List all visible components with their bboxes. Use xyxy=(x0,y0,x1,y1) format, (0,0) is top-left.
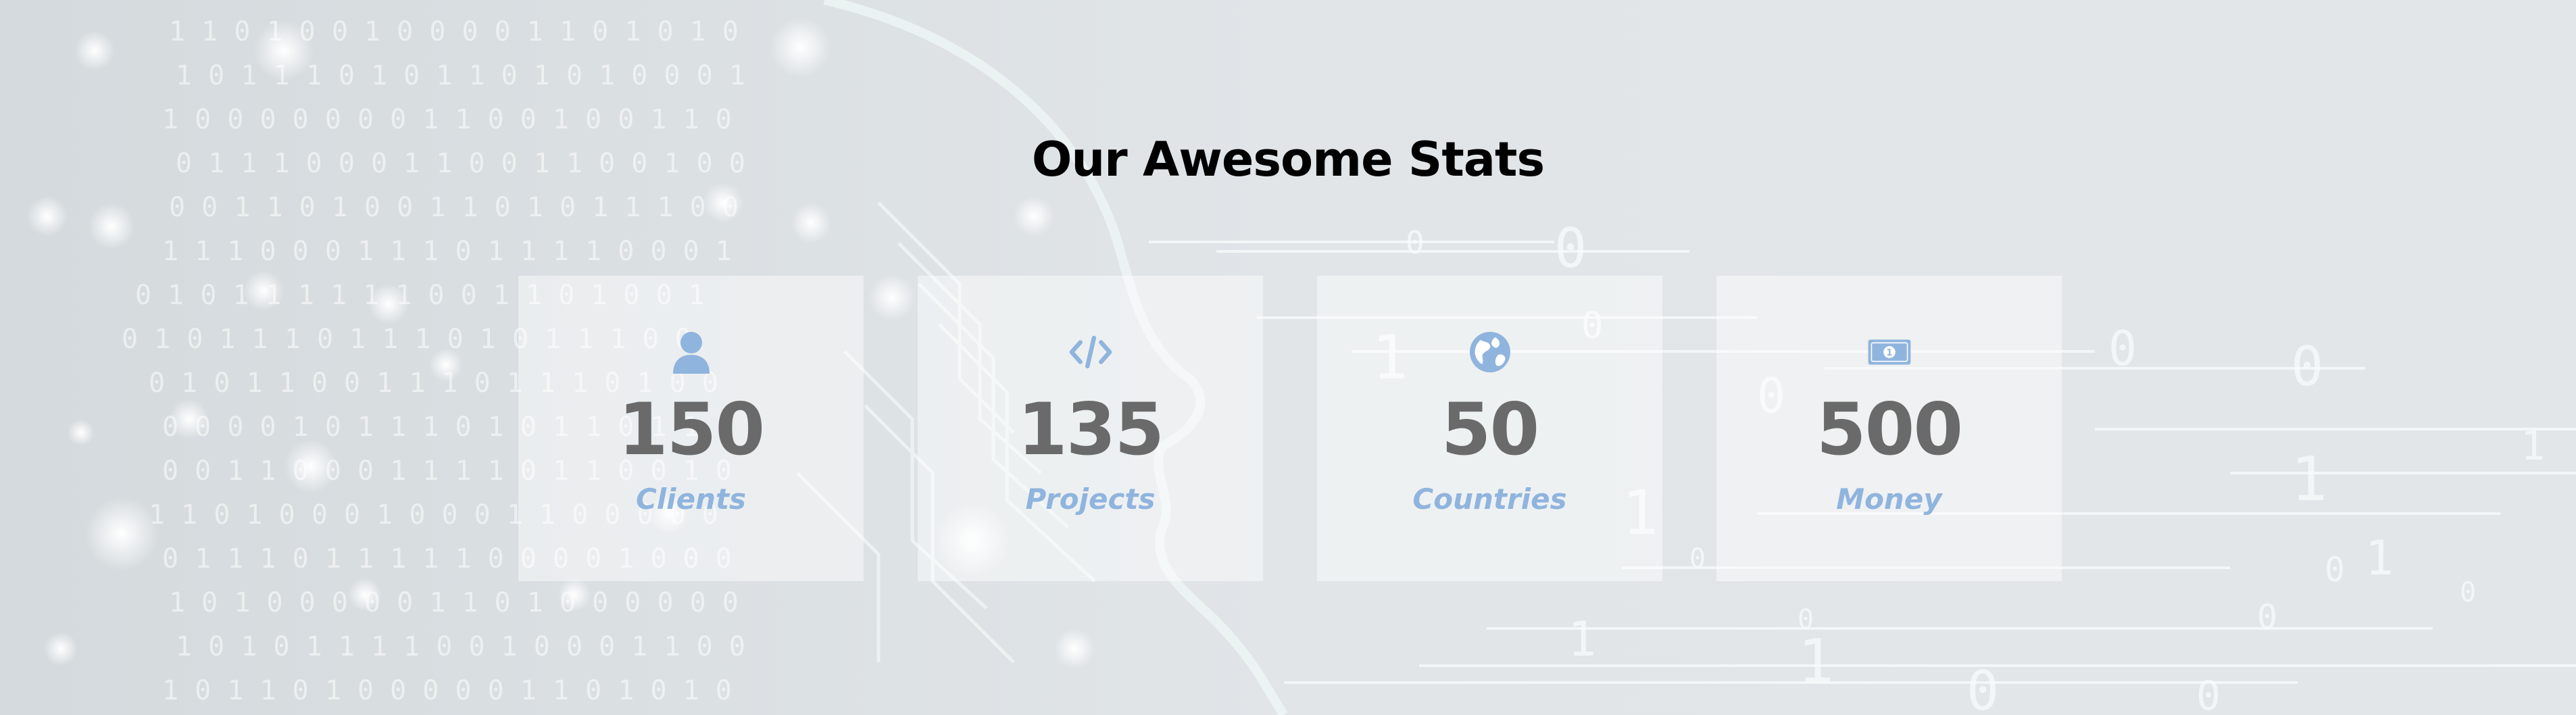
stat-value: 150 xyxy=(618,388,765,471)
svg-text:1: 1 xyxy=(1568,612,1596,667)
stat-card-money: 1 500 Money xyxy=(1716,276,2062,581)
svg-text:1 0 1 0 1 1 1 1 0 0 1 0 0 0 1: 1 0 1 0 1 1 1 1 0 0 1 0 0 0 1 1 0 0 xyxy=(176,631,745,662)
stat-card-clients: 150 Clients xyxy=(518,276,864,581)
stat-value: 135 xyxy=(1017,388,1164,471)
stat-label: Clients xyxy=(635,483,747,516)
svg-text:1 0 1 0 0 0 0 0 1 1 0 1 0 0 0: 1 0 1 0 0 0 0 0 1 1 0 1 0 0 0 0 0 0 xyxy=(169,587,739,618)
svg-text:0: 0 xyxy=(1966,660,1999,715)
stat-card-countries: 50 Countries xyxy=(1317,276,1662,581)
svg-text:0: 0 xyxy=(2196,672,2221,715)
section-title: Our Awesome Stats xyxy=(1031,132,1545,187)
svg-text:1 0 0 0 0 0 0 0 1 1 0 0 1 0 0: 1 0 0 0 0 0 0 0 1 1 0 0 1 0 0 1 1 0 xyxy=(162,104,732,135)
svg-text:1: 1 xyxy=(2365,531,2394,586)
svg-text:1 0 1 1 0 1 0 0 0 0 0 1 1 0 1: 1 0 1 1 0 1 0 0 0 0 0 1 1 0 1 0 1 0 xyxy=(162,675,732,706)
svg-text:0: 0 xyxy=(2257,597,2277,637)
stat-value: 50 xyxy=(1441,388,1540,471)
user-icon xyxy=(669,330,714,374)
svg-text:0 0 1 1 0 1 0 0 1 1 0 1 0 1 1: 0 0 1 1 0 1 0 0 1 1 0 1 0 1 1 1 0 0 xyxy=(169,192,739,223)
svg-text:0: 0 xyxy=(2325,550,2345,589)
svg-text:1: 1 xyxy=(2291,444,2327,515)
stat-label: Projects xyxy=(1025,483,1156,516)
svg-text:0: 0 xyxy=(2108,321,2137,376)
stats-row: 150 Clients 135 Projects 50 Countries 1 … xyxy=(518,276,2062,581)
svg-text:1 1 1 0 0 0 1 1 1 0 1 1 1 1 0: 1 1 1 0 0 0 1 1 1 0 1 1 1 1 0 0 0 1 xyxy=(162,236,732,267)
svg-text:1 1 0 1 0 0 1 0 0 0 0 1 1 0 1: 1 1 0 1 0 0 1 0 0 0 0 1 1 0 1 0 1 0 xyxy=(169,16,739,47)
stat-label: Countries xyxy=(1412,483,1567,516)
svg-text:0: 0 xyxy=(1554,217,1587,280)
svg-text:1: 1 xyxy=(1798,626,1834,697)
svg-text:0: 0 xyxy=(2291,335,2323,398)
stat-card-projects: 135 Projects xyxy=(918,276,1263,581)
globe-icon xyxy=(1468,330,1512,374)
svg-text:0: 0 xyxy=(2460,577,2476,608)
svg-text:0: 0 xyxy=(1406,224,1425,261)
svg-text:1: 1 xyxy=(1886,348,1892,358)
money-icon: 1 xyxy=(1867,330,1912,374)
code-icon xyxy=(1068,330,1113,374)
svg-text:1: 1 xyxy=(2521,422,2545,470)
stat-value: 500 xyxy=(1816,388,1963,471)
stat-label: Money xyxy=(1836,483,1942,516)
